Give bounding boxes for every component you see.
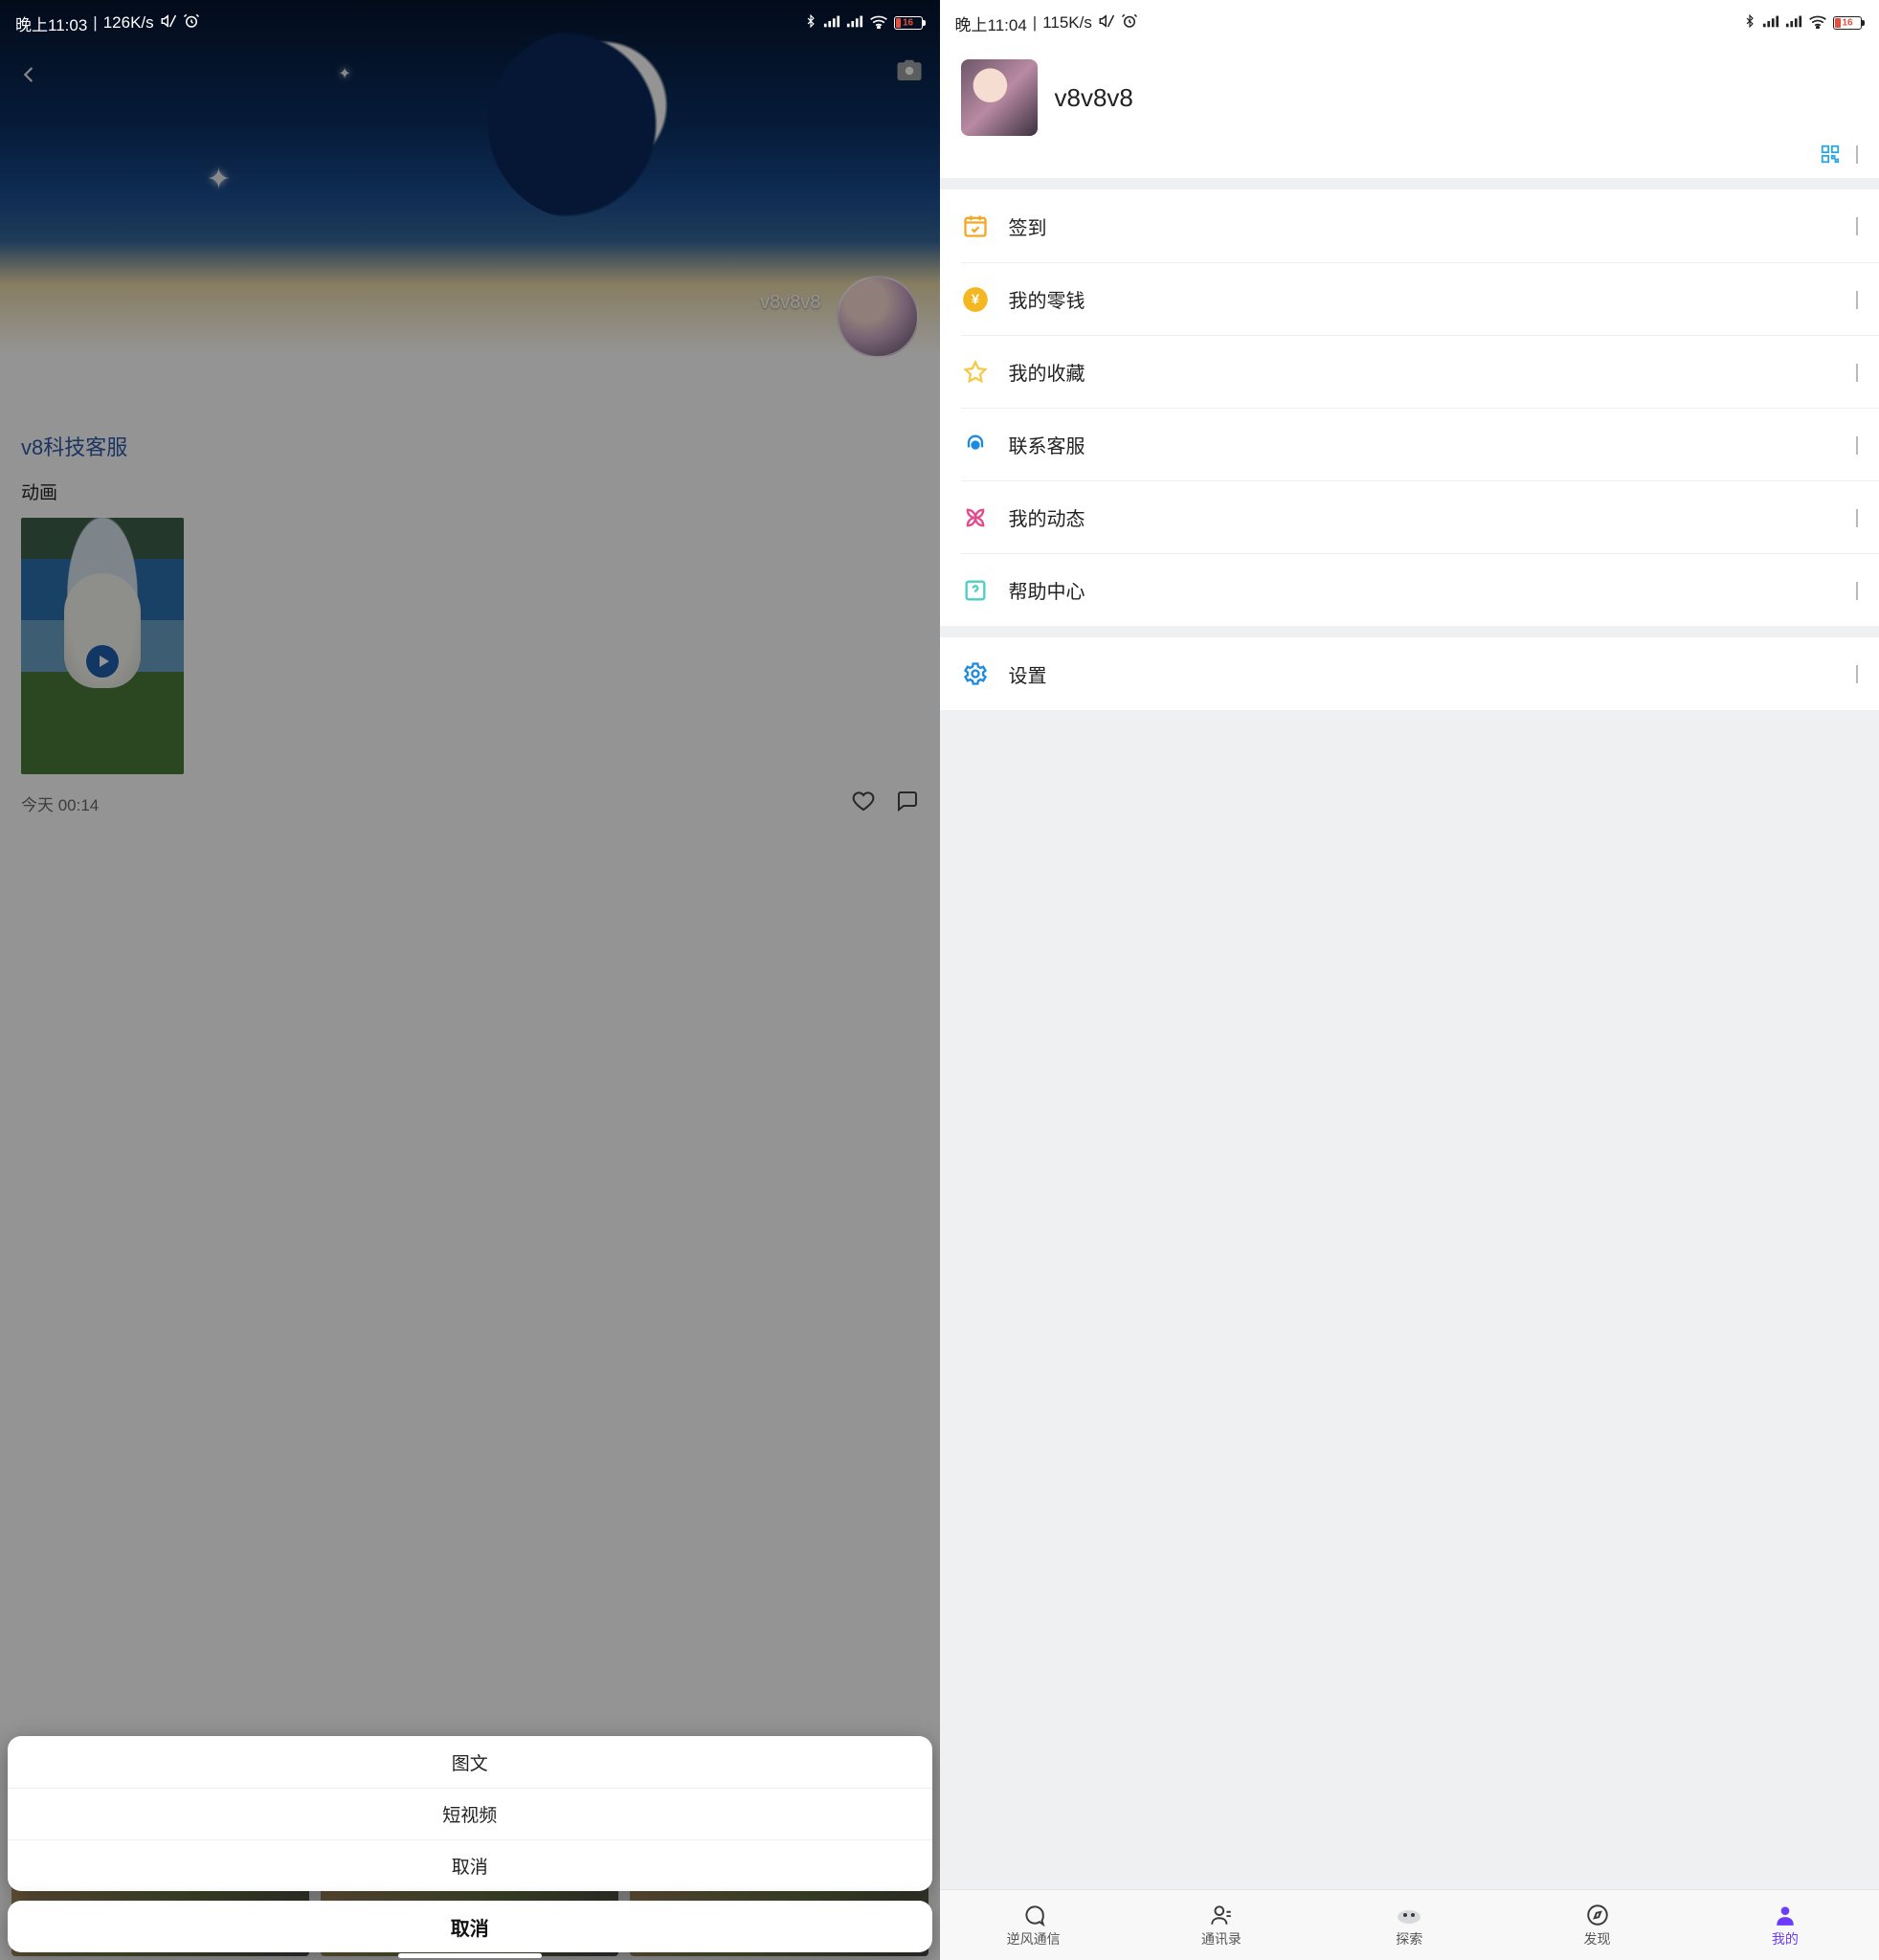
action-sheet: 图文 短视频 取消 取消 <box>8 1736 932 1952</box>
chevron-right-icon <box>1856 436 1858 454</box>
sheet-option-cancel[interactable]: 取消 <box>8 1839 932 1891</box>
tab-label: 逆风通信 <box>1007 1929 1061 1949</box>
profile-avatar[interactable] <box>961 59 1038 136</box>
signal-icon-1 <box>823 13 840 33</box>
tab-label: 我的 <box>1772 1929 1799 1949</box>
status-time: 晚上11:04 <box>955 11 1027 35</box>
status-left: 晚上11:04 | 115K/s <box>955 11 1138 35</box>
menu-section-2: 设置 <box>940 637 1879 710</box>
sheet-cancel-button[interactable]: 取消 <box>8 1901 932 1952</box>
chevron-right-icon <box>1856 582 1858 599</box>
battery-percent: 16 <box>1842 18 1852 29</box>
gear-icon <box>961 659 990 688</box>
compass-icon <box>1585 1903 1610 1927</box>
status-bar: 晚上11:03 | 126K/s <box>0 0 940 46</box>
phone-left-moments: 晚上11:03 | 126K/s <box>0 0 940 1960</box>
tab-me[interactable]: 我的 <box>1691 1890 1879 1960</box>
profile-qr-row[interactable] <box>940 142 1879 178</box>
status-time: 晚上11:03 <box>15 11 87 35</box>
menu-label: 联系客服 <box>1009 431 1838 458</box>
chevron-right-icon <box>1856 145 1858 163</box>
profile-screen: 晚上11:04 | 115K/s <box>940 0 1879 1960</box>
alarm-icon <box>183 12 200 34</box>
tab-label: 发现 <box>1584 1929 1611 1949</box>
home-indicator[interactable] <box>398 1953 542 1958</box>
empty-area <box>940 710 1879 1889</box>
chevron-right-icon <box>1856 364 1858 381</box>
menu-label: 帮助中心 <box>1009 576 1838 604</box>
modal-scrim[interactable] <box>0 0 940 1960</box>
wifi-icon <box>869 13 888 33</box>
help-icon <box>961 576 990 605</box>
signal-icon-2 <box>1785 13 1802 33</box>
bottom-tab-bar: 逆风通信 通讯录 探索 发现 <box>940 1889 1879 1960</box>
menu-label: 我的收藏 <box>1009 358 1838 386</box>
tab-label: 探索 <box>1396 1929 1422 1949</box>
alarm-icon <box>1121 12 1138 34</box>
status-bar: 晚上11:04 | 115K/s <box>940 0 1879 46</box>
profile-name: v8v8v8 <box>1055 83 1133 113</box>
tab-contacts[interactable]: 通讯录 <box>1128 1890 1315 1960</box>
phone-right-profile: 晚上11:04 | 115K/s <box>940 0 1879 1960</box>
menu-item-support[interactable]: 联系客服 <box>961 408 1879 480</box>
tab-discover[interactable]: 发现 <box>1503 1890 1690 1960</box>
moments-screen: 晚上11:03 | 126K/s <box>0 0 940 1960</box>
bluetooth-icon <box>804 12 817 34</box>
qr-code-icon[interactable] <box>1820 144 1841 165</box>
chat-bubble-icon <box>1021 1903 1046 1927</box>
contacts-icon <box>1209 1903 1234 1927</box>
menu-item-wallet[interactable]: ¥ 我的零钱 <box>961 262 1879 335</box>
menu-label: 设置 <box>1009 660 1838 688</box>
chevron-right-icon <box>1856 291 1858 308</box>
tab-label: 通讯录 <box>1201 1929 1241 1949</box>
mute-icon <box>160 12 177 34</box>
explore-icon <box>1395 1903 1423 1927</box>
calendar-check-icon <box>961 212 990 240</box>
menu-label: 签到 <box>1009 212 1838 240</box>
menu-label: 我的零钱 <box>1009 285 1838 313</box>
status-network-speed: 126K/s <box>103 13 154 33</box>
status-right: 16 <box>804 12 923 34</box>
sheet-option-image-text[interactable]: 图文 <box>8 1736 932 1788</box>
sheet-option-short-video[interactable]: 短视频 <box>8 1788 932 1839</box>
pinwheel-icon <box>961 503 990 532</box>
battery-icon: 16 <box>1833 16 1862 30</box>
section-gap <box>940 178 1879 189</box>
mute-icon <box>1098 12 1115 34</box>
wifi-icon <box>1808 13 1827 33</box>
signal-icon-1 <box>1762 13 1779 33</box>
chevron-right-icon <box>1856 665 1858 682</box>
tab-explore[interactable]: 探索 <box>1315 1890 1503 1960</box>
person-icon <box>1773 1903 1798 1927</box>
menu-section-1: 签到 ¥ 我的零钱 我的收藏 联系客服 <box>940 189 1879 626</box>
battery-percent: 16 <box>903 18 913 29</box>
menu-item-moments[interactable]: 我的动态 <box>961 480 1879 553</box>
status-separator: | <box>1033 13 1037 33</box>
status-left: 晚上11:03 | 126K/s <box>15 11 200 35</box>
signal-icon-2 <box>846 13 863 33</box>
wallet-icon: ¥ <box>961 285 990 314</box>
menu-item-settings[interactable]: 设置 <box>940 637 1879 710</box>
menu-item-checkin[interactable]: 签到 <box>940 189 1879 262</box>
section-gap <box>940 626 1879 637</box>
support-agent-icon <box>961 431 990 459</box>
chevron-right-icon <box>1856 509 1858 526</box>
status-right: 16 <box>1743 12 1862 34</box>
tab-chat[interactable]: 逆风通信 <box>940 1890 1128 1960</box>
status-network-speed: 115K/s <box>1042 13 1092 33</box>
chevron-right-icon <box>1856 217 1858 234</box>
menu-item-favorites[interactable]: 我的收藏 <box>961 335 1879 408</box>
bluetooth-icon <box>1743 12 1756 34</box>
status-separator: | <box>93 13 97 33</box>
battery-icon: 16 <box>894 16 923 30</box>
svg-text:¥: ¥ <box>971 291 979 307</box>
star-icon <box>961 358 990 387</box>
menu-item-help[interactable]: 帮助中心 <box>961 553 1879 626</box>
menu-label: 我的动态 <box>1009 503 1838 531</box>
